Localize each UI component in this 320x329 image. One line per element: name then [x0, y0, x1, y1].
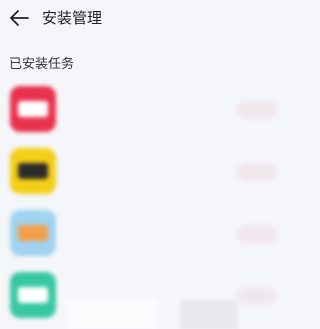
back-arrow-icon[interactable] [9, 9, 29, 27]
bottom-fade [66, 300, 158, 329]
list-item[interactable] [0, 80, 290, 142]
item-action-button[interactable] [237, 287, 277, 305]
bottom-panel [180, 300, 238, 329]
item-action-button[interactable] [237, 163, 277, 181]
item-action-button[interactable] [237, 101, 277, 119]
page-title: 安装管理 [42, 9, 103, 27]
colorful-app-icon [10, 210, 56, 256]
item-action-button[interactable] [237, 225, 277, 243]
installed-task-list [0, 80, 290, 328]
red-app-icon [10, 86, 56, 132]
list-item[interactable] [0, 204, 290, 266]
green-app-icon [10, 272, 56, 318]
top-bar: 安装管理 [0, 0, 290, 38]
yellow-app-icon [10, 148, 56, 194]
section-title: 已安装任务 [9, 57, 75, 72]
list-item[interactable] [0, 142, 290, 204]
